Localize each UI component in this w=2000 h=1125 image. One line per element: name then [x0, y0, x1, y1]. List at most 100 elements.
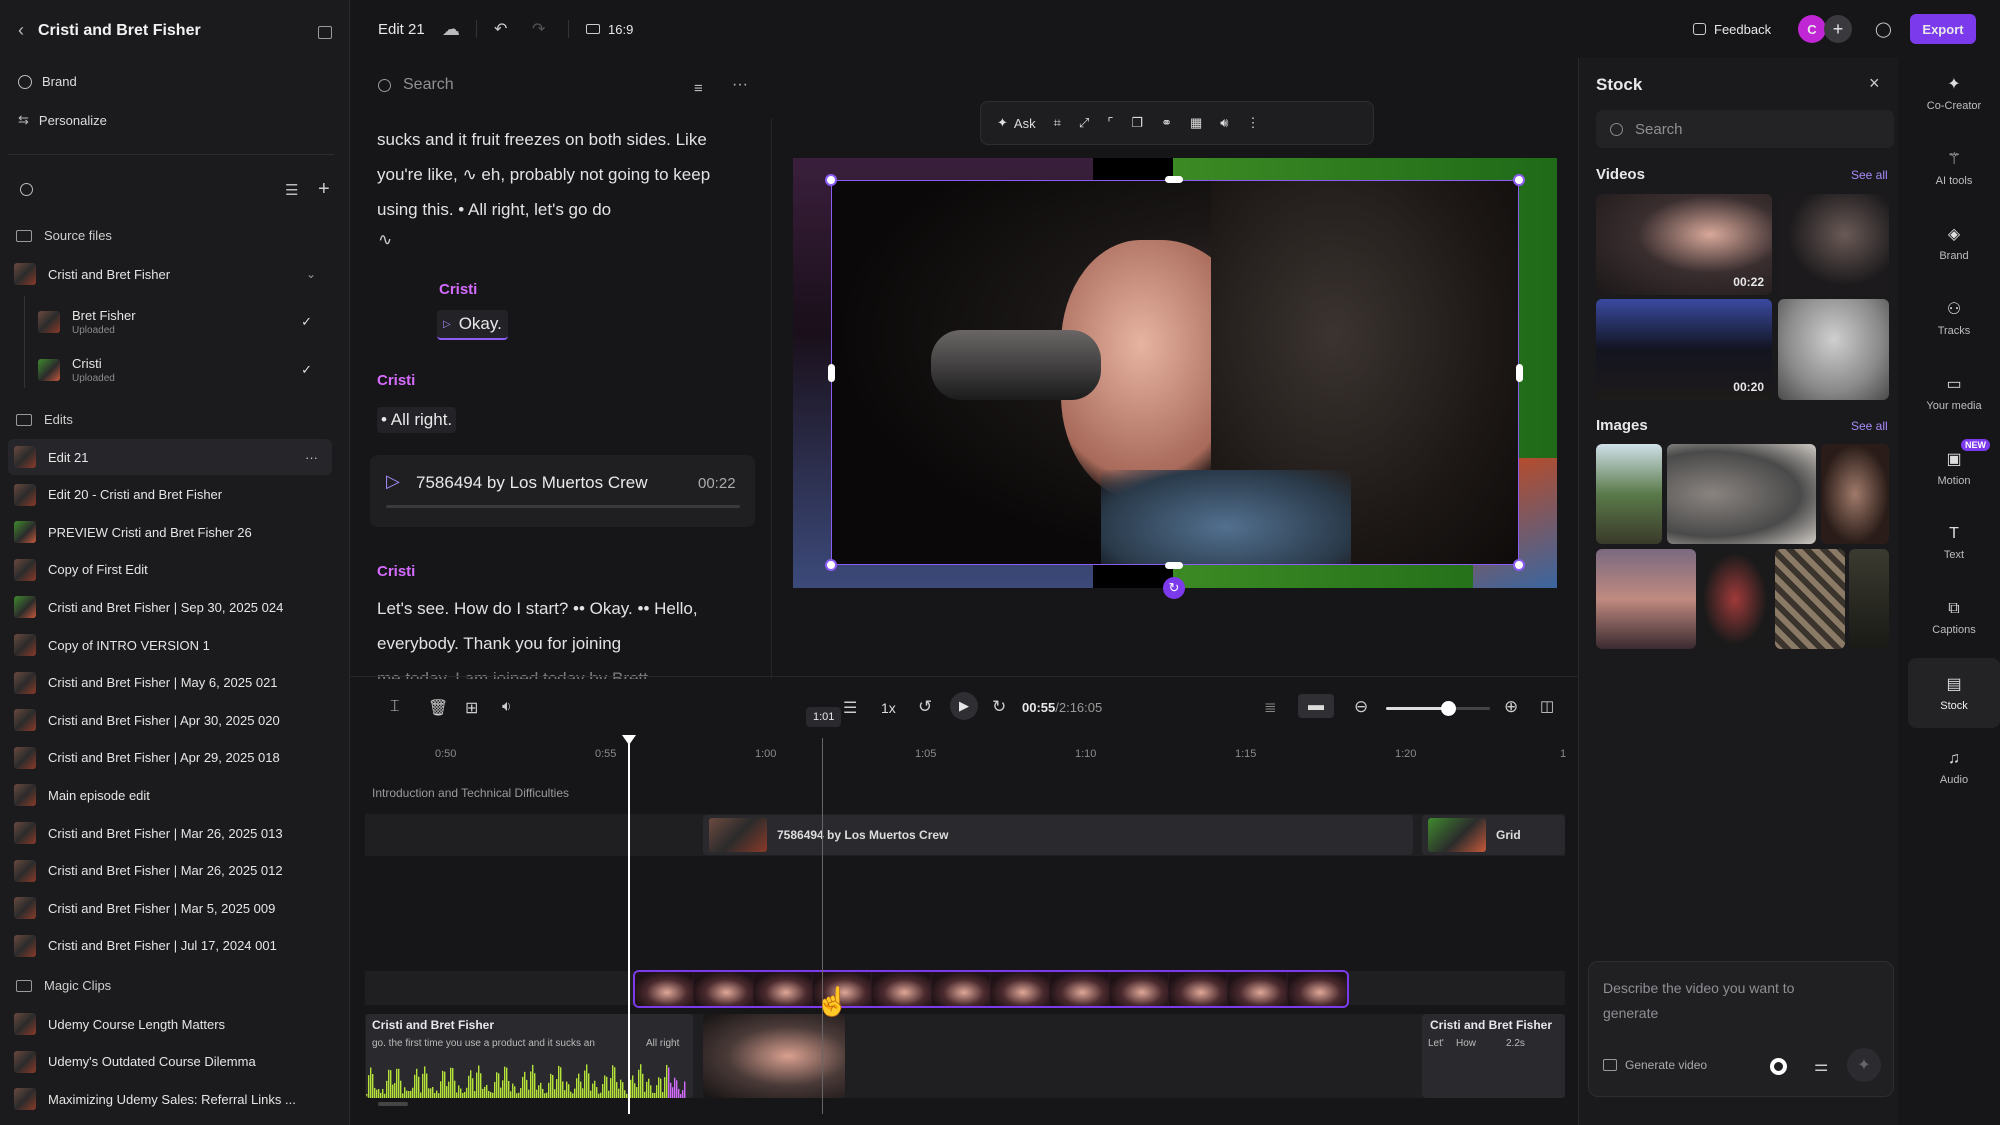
crop-icon[interactable]: ⌗ — [1054, 115, 1061, 131]
zoom-slider-thumb[interactable] — [1441, 701, 1457, 716]
fit-toggle[interactable]: ▬ — [1298, 694, 1334, 718]
zoom-in-icon[interactable]: ⊕ — [1504, 697, 1518, 717]
edit-item[interactable]: Cristi and Bret Fisher | Mar 26, 2025 01… — [8, 853, 332, 889]
speaker-label[interactable]: Cristi — [377, 563, 415, 580]
see-all-videos-link[interactable]: See all — [1851, 168, 1888, 182]
rewind-icon[interactable]: ↺ — [918, 697, 932, 717]
nav-personalize[interactable]: ⇆ Personalize — [18, 112, 107, 128]
resize-handle[interactable] — [1513, 559, 1525, 571]
magic-clip-item[interactable]: Udemy Course Length Matters — [8, 1006, 332, 1042]
playhead-handle[interactable] — [622, 735, 636, 745]
split-icon[interactable]: ⌶ — [390, 698, 400, 716]
rail-item-co-creator[interactable]: ✦ Co-Creator — [1908, 58, 2000, 128]
layers-icon[interactable]: ❐ — [1131, 115, 1143, 131]
resize-handle[interactable] — [828, 364, 835, 382]
rail-item-text[interactable]: T Text — [1908, 508, 2000, 578]
invite-button[interactable]: + — [1824, 15, 1852, 43]
edit-item[interactable]: Cristi and Bret Fisher | Jul 17, 2024 00… — [8, 928, 332, 964]
resize-handle[interactable] — [825, 559, 837, 571]
generate-video-button[interactable]: Generate video — [1603, 1058, 1707, 1072]
resize-handle[interactable] — [1165, 562, 1183, 569]
edits-section[interactable]: Edits — [16, 412, 73, 427]
timeline-scrollbar[interactable] — [378, 1102, 408, 1106]
resize-handle[interactable] — [1513, 174, 1525, 186]
chapter-label[interactable]: Introduction and Technical Difficulties — [372, 786, 569, 800]
rail-item-your-media[interactable]: ▭ Your media — [1908, 358, 2000, 428]
rail-item-audio[interactable]: ♫ Audio — [1908, 733, 2000, 803]
edit-item[interactable]: Cristi and Bret Fisher | Mar 5, 2025 009 — [8, 890, 332, 926]
video-preview[interactable] — [793, 158, 1557, 588]
rail-item-stock[interactable]: ▤ Stock — [1908, 658, 2000, 728]
avatar[interactable]: C — [1798, 15, 1826, 43]
edit-item[interactable]: Cristi and Bret Fisher | Apr 30, 2025 02… — [8, 702, 332, 738]
edit-item[interactable]: Edit 20 - Cristi and Bret Fisher — [8, 477, 332, 513]
chapters-icon[interactable]: ☰ — [843, 698, 857, 718]
timeline-clip-main[interactable]: Cristi and Bret Fisher go. the first tim… — [366, 1014, 693, 1098]
play-icon[interactable]: ▷ — [386, 471, 400, 492]
rail-item-brand[interactable]: ◈ Brand — [1908, 208, 2000, 278]
stock-clip-card[interactable]: ▷ 7586494 by Los Muertos Crew 00:22 — [370, 455, 755, 527]
source-item[interactable]: Cristi Uploaded ✓ — [32, 350, 332, 390]
stock-video-thumbnail[interactable] — [1778, 194, 1889, 295]
source-item[interactable]: Bret Fisher Uploaded ✓ — [32, 302, 332, 342]
stock-image-thumbnail[interactable] — [1849, 549, 1889, 649]
timeline-clip-main-2[interactable]: Cristi and Bret Fisher Let' How 2.2s — [1422, 1014, 1565, 1098]
see-all-images-link[interactable]: See all — [1851, 419, 1888, 433]
rail-item-captions[interactable]: ⧉ Captions — [1908, 583, 2000, 653]
source-files-section[interactable]: Source files — [16, 228, 112, 243]
redo-icon[interactable]: ↷ — [532, 19, 545, 39]
record-icon[interactable] — [1770, 1058, 1787, 1075]
chevron-down-icon[interactable]: ⌄ — [306, 267, 316, 281]
back-arrow-icon[interactable]: ‹ — [18, 20, 24, 41]
add-icon[interactable]: + — [318, 178, 330, 201]
more-icon[interactable]: ··· — [732, 76, 748, 94]
stock-image-thumbnail[interactable] — [1596, 549, 1696, 649]
selection-box[interactable] — [831, 180, 1519, 565]
rail-item-tracks[interactable]: ⚇ Tracks — [1908, 283, 2000, 353]
playhead[interactable] — [628, 738, 630, 1114]
timeline-clip-video[interactable] — [703, 1014, 845, 1098]
magic-clips-section[interactable]: Magic Clips — [16, 978, 111, 993]
comments-icon[interactable]: ◯ — [1875, 20, 1892, 38]
edit-item[interactable]: Copy of First Edit — [8, 552, 332, 588]
transcript-text[interactable]: • All right. — [377, 407, 457, 433]
volume-icon[interactable]: 🔉︎ — [502, 698, 511, 715]
feedback-button[interactable]: Feedback — [1693, 22, 1771, 37]
aspect-ratio-button[interactable]: 16:9 — [586, 22, 633, 37]
export-button[interactable]: Export — [1910, 14, 1976, 44]
submit-button[interactable]: ✦ — [1847, 1048, 1881, 1082]
stock-image-thumbnail[interactable] — [1596, 444, 1662, 544]
transcript-paragraph[interactable]: sucks and it fruit freezes on both sides… — [377, 122, 712, 244]
edit-item[interactable]: PREVIEW Cristi and Bret Fisher 26 — [8, 514, 332, 550]
selected-broll-clip[interactable] — [633, 970, 1349, 1008]
undo-icon[interactable]: ↶ — [494, 19, 507, 39]
stock-image-thumbnail[interactable] — [1821, 444, 1889, 544]
edit-item[interactable]: Cristi and Bret Fisher | May 6, 2025 021 — [8, 665, 332, 701]
generate-prompt-box[interactable]: Describe the video you want to generate … — [1588, 961, 1894, 1097]
captions-toggle-icon[interactable]: ≣ — [1264, 698, 1277, 716]
stock-video-thumbnail[interactable]: 00:22 — [1596, 194, 1772, 295]
collapse-sidebar-icon[interactable] — [318, 26, 332, 39]
search-icon[interactable] — [20, 183, 33, 196]
timeline-clip-grid[interactable]: Grid — [1422, 815, 1565, 855]
rail-item-motion[interactable]: ▣ Motion NEW — [1908, 433, 2000, 503]
selected-word[interactable]: ▷ Okay. — [437, 310, 508, 340]
add-layer-icon[interactable]: ⊞ — [465, 698, 478, 718]
transcript-paragraph[interactable]: Let's see. How do I start? •• Okay. •• H… — [377, 591, 707, 679]
timeline-clip-stock[interactable]: 7586494 by Los Muertos Crew — [703, 815, 1413, 855]
magic-clip-item[interactable]: Maximizing Udemy Sales: Referral Links .… — [8, 1081, 332, 1117]
playback-speed[interactable]: 1x — [881, 700, 896, 716]
rotate-handle[interactable]: ↻ — [1163, 577, 1185, 599]
filter-icon[interactable]: ≡ — [694, 80, 703, 97]
more-icon[interactable]: ··· — [305, 450, 318, 465]
list-view-icon[interactable]: ☰ — [285, 181, 298, 199]
transparency-icon[interactable]: ▦ — [1190, 115, 1202, 131]
rail-item-ai-tools[interactable]: ⚚ AI tools — [1908, 133, 2000, 203]
stock-image-thumbnail[interactable] — [1775, 549, 1845, 649]
timeline-ruler[interactable]: 0:50 0:55 1:00 1:05 1:10 1:15 1:20 1 — [365, 740, 1570, 766]
nav-brand[interactable]: Brand — [18, 74, 77, 89]
edit-item[interactable]: Main episode edit — [8, 777, 332, 813]
ask-button[interactable]: ✦ Ask — [997, 115, 1036, 131]
settings-sliders-icon[interactable]: ⚌ — [1814, 1056, 1828, 1076]
edit-item[interactable]: Cristi and Bret Fisher | Mar 26, 2025 01… — [8, 815, 332, 851]
